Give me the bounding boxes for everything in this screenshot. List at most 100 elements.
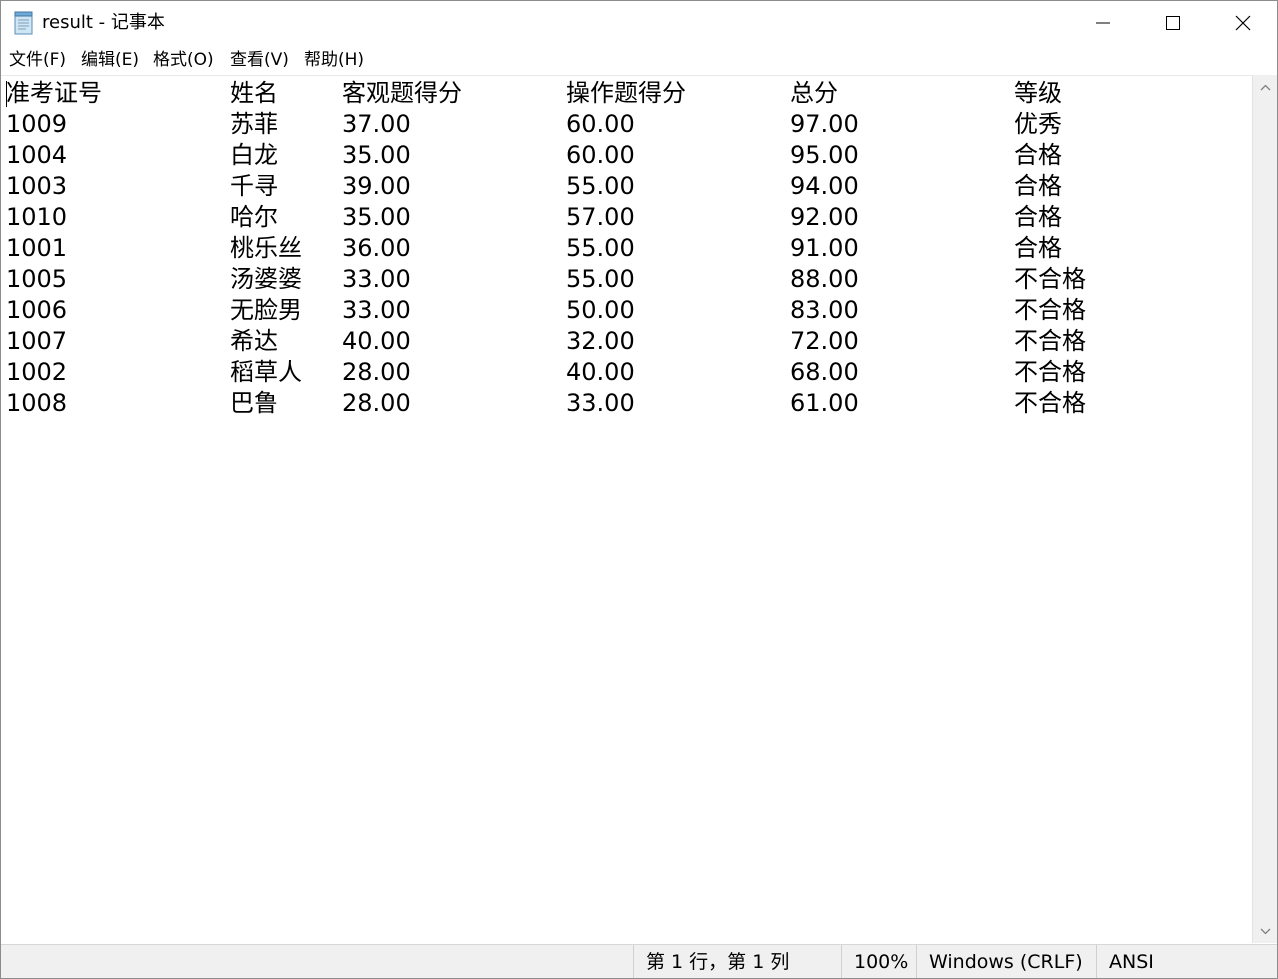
scroll-down-arrow-icon: [1260, 928, 1271, 934]
header-id: 准考证号: [6, 79, 102, 107]
menu-format[interactable]: 格式(O): [153, 49, 214, 71]
cell-id: 1002: [6, 358, 68, 386]
line-ending: Windows (CRLF): [916, 945, 1097, 978]
cell-name: 苏菲: [230, 110, 278, 138]
encoding: ANSI: [1096, 945, 1277, 978]
notepad-icon: [14, 11, 33, 35]
cell-practical: 32.00: [566, 327, 635, 355]
menu-view[interactable]: 查看(V): [230, 49, 289, 71]
scroll-down-button[interactable]: [1253, 919, 1277, 943]
text-line: 1004 白龙 35.00 60.00 95.00 合格: [1, 140, 1252, 171]
cell-total: 88.00: [790, 265, 859, 293]
cell-practical: 55.00: [566, 265, 635, 293]
maximize-button[interactable]: [1138, 1, 1208, 45]
cell-grade: 优秀: [1014, 110, 1062, 138]
cell-id: 1008: [6, 389, 68, 417]
cell-grade: 不合格: [1014, 265, 1086, 293]
header-grade: 等级: [1014, 79, 1062, 107]
cell-total: 91.00: [790, 234, 859, 262]
window-title: result - 记事本: [42, 12, 165, 33]
text-line: 1005 汤婆婆 33.00 55.00 88.00 不合格: [1, 264, 1252, 295]
cell-name: 汤婆婆: [230, 265, 302, 293]
text-line: 1001 桃乐丝 36.00 55.00 91.00 合格: [1, 233, 1252, 264]
text-line: 1010 哈尔 35.00 57.00 92.00 合格: [1, 202, 1252, 233]
header-row: 准考证号 姓名 客观题得分 操作题得分 总分 等级: [1, 78, 1252, 109]
text-editor-area[interactable]: 准考证号 姓名 客观题得分 操作题得分 总分 等级 1009 苏菲 37.00 …: [1, 75, 1252, 944]
cursor-position: 第 1 行，第 1 列: [633, 945, 843, 978]
cell-total: 92.00: [790, 203, 859, 231]
menu-edit[interactable]: 编辑(E): [81, 49, 139, 71]
text-line: 1003 千寻 39.00 55.00 94.00 合格: [1, 171, 1252, 202]
menu-file[interactable]: 文件(F): [9, 49, 66, 71]
menu-bar: 文件(F) 编辑(E) 格式(O) 查看(V) 帮助(H): [1, 45, 1277, 75]
notepad-window: result - 记事本 文件(F) 编辑(E) 格式(O) 查看(V) 帮助(…: [0, 0, 1278, 979]
cell-name: 稻草人: [230, 358, 302, 386]
text-line: 1009 苏菲 37.00 60.00 97.00 优秀: [1, 109, 1252, 140]
cell-id: 1009: [6, 110, 68, 138]
cell-objective: 28.00: [342, 358, 411, 386]
header-practical-score: 操作题得分: [566, 79, 686, 107]
header-objective-score: 客观题得分: [342, 79, 462, 107]
cell-id: 1010: [6, 203, 68, 231]
cell-total: 94.00: [790, 172, 859, 200]
cell-objective: 37.00: [342, 110, 411, 138]
cell-practical: 50.00: [566, 296, 635, 324]
cell-practical: 57.00: [566, 203, 635, 231]
cell-name: 巴鲁: [230, 389, 278, 417]
cell-id: 1005: [6, 265, 68, 293]
cell-id: 1006: [6, 296, 68, 324]
close-icon: [1235, 15, 1251, 31]
scroll-up-button[interactable]: [1253, 75, 1277, 99]
cell-objective: 39.00: [342, 172, 411, 200]
cell-practical: 55.00: [566, 234, 635, 262]
text-line: 1007 希达 40.00 32.00 72.00 不合格: [1, 326, 1252, 357]
cell-grade: 合格: [1014, 203, 1062, 231]
cell-grade: 不合格: [1014, 327, 1086, 355]
cell-objective: 35.00: [342, 141, 411, 169]
cell-grade: 合格: [1014, 172, 1062, 200]
cell-objective: 40.00: [342, 327, 411, 355]
cell-objective: 28.00: [342, 389, 411, 417]
cell-id: 1004: [6, 141, 68, 169]
cell-practical: 60.00: [566, 141, 635, 169]
cell-name: 桃乐丝: [230, 234, 302, 262]
cell-objective: 33.00: [342, 296, 411, 324]
cell-practical: 40.00: [566, 358, 635, 386]
cell-id: 1007: [6, 327, 68, 355]
status-bar: 第 1 行，第 1 列 100% Windows (CRLF) ANSI: [1, 944, 1277, 978]
cell-total: 61.00: [790, 389, 859, 417]
title-bar[interactable]: result - 记事本: [1, 1, 1277, 45]
cell-name: 哈尔: [230, 203, 278, 231]
cell-total: 97.00: [790, 110, 859, 138]
header-total: 总分: [790, 79, 838, 107]
cell-grade: 不合格: [1014, 296, 1086, 324]
close-button[interactable]: [1208, 1, 1277, 45]
cell-objective: 33.00: [342, 265, 411, 293]
cell-name: 希达: [230, 327, 278, 355]
cell-total: 72.00: [790, 327, 859, 355]
vertical-scrollbar[interactable]: [1252, 75, 1277, 943]
cell-name: 无脸男: [230, 296, 302, 324]
text-line: 1002 稻草人 28.00 40.00 68.00 不合格: [1, 357, 1252, 388]
zoom-level: 100%: [841, 945, 917, 978]
text-line: 1008 巴鲁 28.00 33.00 61.00 不合格: [1, 388, 1252, 419]
cell-grade: 合格: [1014, 141, 1062, 169]
cell-total: 95.00: [790, 141, 859, 169]
cell-grade: 不合格: [1014, 358, 1086, 386]
cell-objective: 36.00: [342, 234, 411, 262]
cell-grade: 合格: [1014, 234, 1062, 262]
minimize-button[interactable]: [1068, 1, 1138, 45]
cell-name: 千寻: [230, 172, 278, 200]
minimize-icon: [1096, 22, 1110, 24]
cell-practical: 60.00: [566, 110, 635, 138]
cell-total: 83.00: [790, 296, 859, 324]
cell-objective: 35.00: [342, 203, 411, 231]
menu-help[interactable]: 帮助(H): [304, 49, 364, 71]
header-name: 姓名: [230, 79, 278, 107]
cell-name: 白龙: [230, 141, 278, 169]
scroll-up-arrow-icon: [1260, 84, 1271, 90]
cell-grade: 不合格: [1014, 389, 1086, 417]
cell-practical: 33.00: [566, 389, 635, 417]
cell-id: 1003: [6, 172, 68, 200]
cell-total: 68.00: [790, 358, 859, 386]
